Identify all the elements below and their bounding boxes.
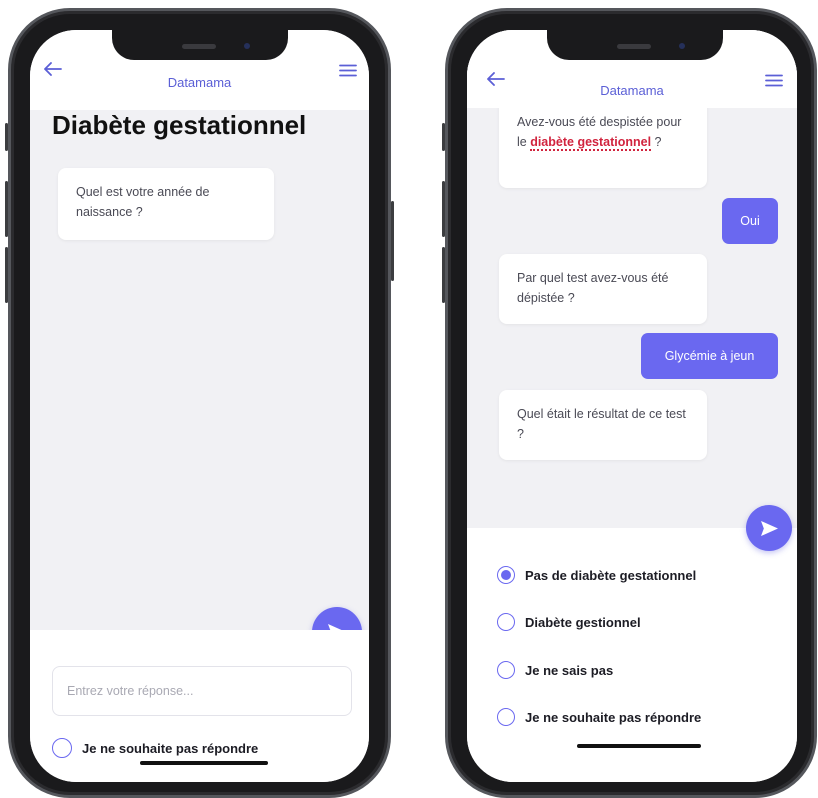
user-message: Oui (722, 198, 778, 244)
side-button (442, 247, 445, 303)
hamburger-menu-icon[interactable] (765, 74, 783, 92)
home-indicator (577, 744, 701, 748)
radio-label: Je ne souhaite pas répondre (525, 709, 702, 725)
answer-input[interactable] (52, 666, 352, 716)
right-phone-frame: Datamama Avez-vous été despistée pour le… (442, 8, 817, 798)
radio-button[interactable] (497, 661, 515, 679)
speaker (182, 44, 216, 49)
radio-button[interactable] (497, 708, 515, 726)
radio-button[interactable] (497, 566, 515, 584)
side-button (442, 181, 445, 237)
side-button (5, 123, 8, 151)
side-button (5, 181, 8, 237)
left-phone-frame: Datamama Diabète gestationnel Quel est v… (5, 8, 394, 798)
radio-label: Je ne sais pas (525, 662, 614, 678)
message-text: Par quel test avez-vous été dépistée ? (517, 271, 669, 305)
bot-message: Quel est votre année de naissance ? (58, 168, 274, 240)
side-button (5, 247, 8, 303)
highlighted-term: diabète gestationnel (530, 135, 652, 151)
right-screen: Datamama Avez-vous été despistée pour le… (467, 30, 797, 782)
user-message: Glycémie à jeun (641, 333, 778, 379)
app-title: Datamama (167, 75, 232, 90)
notch (547, 30, 723, 60)
radio-selected-dot (501, 570, 511, 580)
speaker (617, 44, 651, 49)
send-button[interactable] (746, 505, 792, 551)
hamburger-menu-icon[interactable] (339, 64, 357, 82)
side-button (442, 123, 445, 151)
bot-message: Avez-vous été despistée pour le diabète … (499, 98, 707, 188)
left-screen: Datamama Diabète gestationnel Quel est v… (30, 30, 369, 782)
app-title: Datamama (600, 83, 664, 98)
message-text: Quel est votre année de naissance ? (76, 185, 210, 219)
bot-message: Par quel test avez-vous été dépistée ? (499, 254, 707, 324)
page-title: Diabète gestationnel (52, 110, 307, 140)
camera (679, 43, 685, 49)
radio-option-no-gestational-diabetes[interactable]: Pas de diabète gestationnel (497, 566, 696, 584)
radio-label: Pas de diabète gestationnel (525, 567, 697, 583)
radio-option-decline[interactable]: Je ne souhaite pas répondre (52, 738, 258, 758)
radio-label: Diabète gestionnel (525, 614, 641, 630)
radio-button[interactable] (52, 738, 72, 758)
home-indicator (140, 761, 268, 765)
camera (244, 43, 250, 49)
side-button (391, 201, 394, 281)
bot-message: Quel était le résultat de ce test ? (499, 390, 707, 460)
radio-option-decline[interactable]: Je ne souhaite pas répondre (497, 708, 701, 726)
notch (112, 30, 288, 60)
message-text: Quel était le résultat de ce test ? (517, 407, 686, 441)
radio-option-gestational-diabetes[interactable]: Diabète gestionnel (497, 613, 641, 631)
radio-option-dont-know[interactable]: Je ne sais pas (497, 661, 613, 679)
message-text-end: ? (651, 135, 662, 149)
radio-label: Je ne souhaite pas répondre (82, 740, 259, 756)
send-icon (760, 520, 778, 536)
radio-button[interactable] (497, 613, 515, 631)
